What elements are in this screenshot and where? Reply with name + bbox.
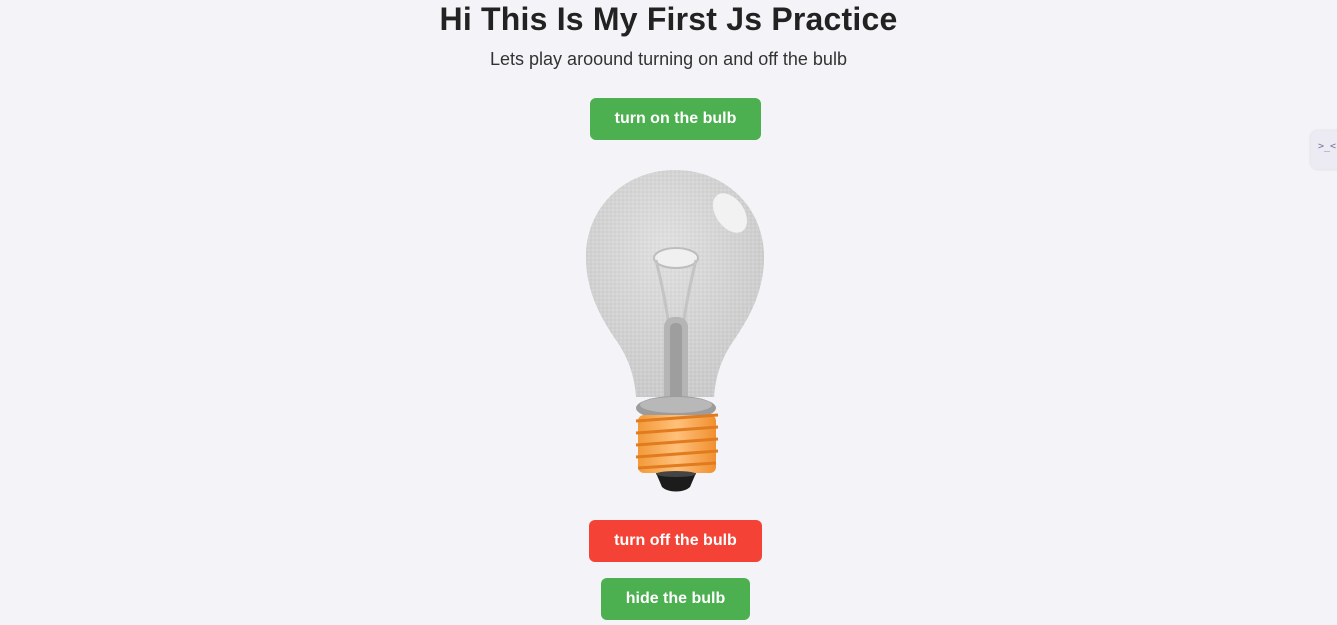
lightbulb-image [586, 170, 764, 492]
hide-bulb-button[interactable]: hide the bulb [601, 578, 750, 620]
terminal-icon: >_< [1318, 141, 1337, 152]
bulb-screw-base [635, 413, 719, 473]
turn-off-bulb-button[interactable]: turn off the bulb [589, 520, 762, 562]
page: Hi This Is My First Js Practice Lets pla… [0, 0, 1337, 625]
side-panel-toggle[interactable]: >_< [1311, 131, 1337, 169]
turn-on-bulb-button[interactable]: turn on the bulb [590, 98, 761, 140]
page-subtitle: Lets play aroound turning on and off the… [490, 49, 847, 69]
page-title: Hi This Is My First Js Practice [439, 1, 898, 37]
